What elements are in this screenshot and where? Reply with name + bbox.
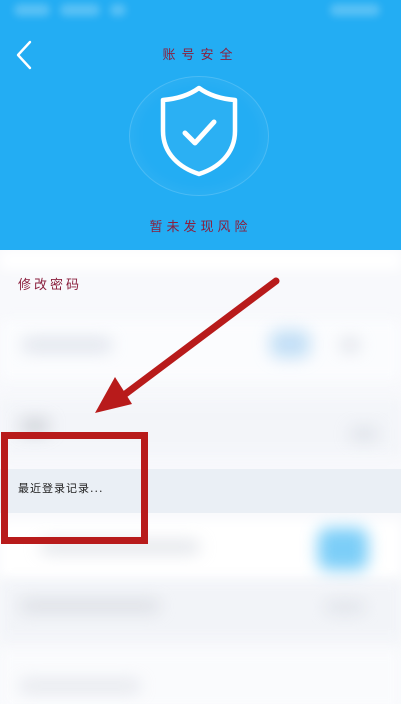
account-security-page: 账号安全 暂未发现风险 修改密码 最近登录记录... <box>0 0 401 704</box>
shield-check-icon <box>160 85 238 177</box>
annotation-highlight-box <box>1 432 148 544</box>
security-status-graphic <box>129 76 269 196</box>
status-bar <box>0 0 401 22</box>
change-password-label: 修改密码 <box>18 278 83 293</box>
change-password-item[interactable]: 修改密码 <box>0 268 401 304</box>
security-status-text: 暂未发现风险 <box>149 220 252 235</box>
page-title: 账号安全 <box>162 48 239 63</box>
security-header: 账号安全 暂未发现风险 <box>0 0 401 250</box>
